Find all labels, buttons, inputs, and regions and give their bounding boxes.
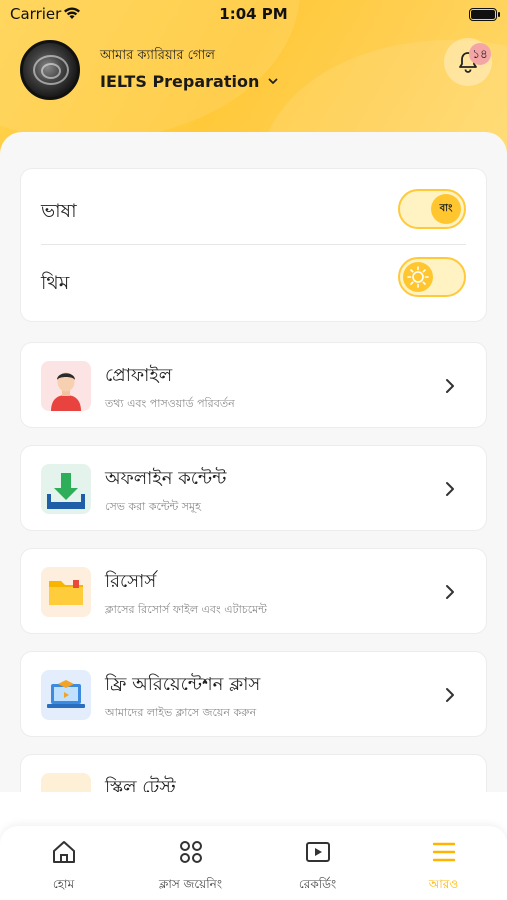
profile-icon (41, 361, 91, 411)
menu-item-skill-test[interactable]: স্কিল টেস্ট (20, 754, 487, 792)
menu-icon (432, 842, 455, 862)
settings-card: ভাষা বাং থিম (20, 168, 487, 322)
menu-item-offline-content[interactable]: অফলাইন কন্টেন্ট সেভ করা কন্টেন্ট সমূহ (20, 445, 487, 531)
menu-item-profile[interactable]: প্রোফাইল তথ্য এবং পাসওয়ার্ড পরিবর্তন (20, 342, 487, 428)
chevron-right-icon (446, 688, 454, 702)
menu-item-free-orientation-class[interactable]: ফ্রি অরিয়েন্টেশন ক্লাস আমাদের লাইভ ক্লা… (20, 651, 487, 737)
grid-circles-icon (179, 841, 202, 863)
chevron-right-icon (446, 379, 454, 393)
chevron-right-icon (446, 585, 454, 599)
course-name: IELTS Preparation (100, 71, 260, 91)
live-class-icon (41, 670, 91, 720)
language-knob: বাং (431, 194, 461, 224)
theme-setting: থিম (21, 245, 486, 317)
battery-icon (469, 8, 500, 21)
menu-subtitle: তথ্য এবং পাসওয়ার্ড পরিবর্তন (105, 397, 235, 410)
tab-recording[interactable]: রেকর্ডিং (254, 834, 381, 894)
bottom-tab-bar: হোম ক্লাস জয়েনিং রেকর্ডিং আরও (0, 826, 507, 900)
tab-home[interactable]: হোম (0, 834, 127, 894)
menu-title: রিসোর্স (105, 571, 157, 592)
menu-subtitle: সেভ করা কন্টেন্ট সমূহ (105, 500, 201, 513)
tab-label: আরও (428, 877, 459, 891)
notification-button[interactable]: ১৪ (444, 38, 492, 86)
tab-label: হোম (52, 877, 75, 891)
theme-toggle[interactable] (398, 257, 466, 297)
tab-label: ক্লাস জয়েনিং (158, 877, 222, 891)
chevron-right-icon (446, 482, 454, 496)
language-label: ভাষা (41, 200, 77, 222)
status-bar: Carrier 1:04 PM (0, 0, 507, 30)
menu-title: ফ্রি অরিয়েন্টেশন ক্লাস (105, 674, 261, 695)
language-setting: ভাষা বাং (21, 173, 486, 245)
chevron-down-icon (268, 78, 278, 84)
status-time: 1:04 PM (219, 5, 288, 23)
menu-item-resource[interactable]: রিসোর্স ক্লাসের রিসোর্স ফাইল এবং এটাচমেন… (20, 548, 487, 634)
home-icon (52, 841, 75, 863)
tab-more[interactable]: আরও (380, 834, 507, 894)
download-icon (41, 464, 91, 514)
career-goal-label: আমার ক্যারিয়ার গোল (100, 48, 215, 63)
skill-test-icon (41, 773, 91, 792)
theme-label: থিম (41, 272, 70, 294)
tab-label: রেকর্ডিং (298, 877, 337, 891)
tab-class-joining[interactable]: ক্লাস জয়েনিং (127, 834, 254, 894)
content-sheet: ভাষা বাং থিম প্রোফাইল তথ্য এবং পাসওয়ার্… (0, 132, 507, 792)
folder-icon (41, 567, 91, 617)
menu-title: স্কিল টেস্ট (105, 777, 176, 792)
language-toggle[interactable]: বাং (398, 189, 466, 229)
menu-subtitle: ক্লাসের রিসোর্স ফাইল এবং এটাচমেন্ট (105, 603, 267, 616)
avatar[interactable] (20, 40, 80, 100)
course-selector[interactable]: IELTS Preparation (100, 70, 279, 92)
sun-icon (403, 262, 433, 292)
menu-title: অফলাইন কন্টেন্ট (105, 468, 227, 489)
play-icon (305, 842, 330, 862)
menu-subtitle: আমাদের লাইভ ক্লাসে জয়েন করুন (105, 706, 257, 719)
menu-title: প্রোফাইল (105, 365, 173, 386)
notification-badge: ১৪ (469, 43, 491, 65)
